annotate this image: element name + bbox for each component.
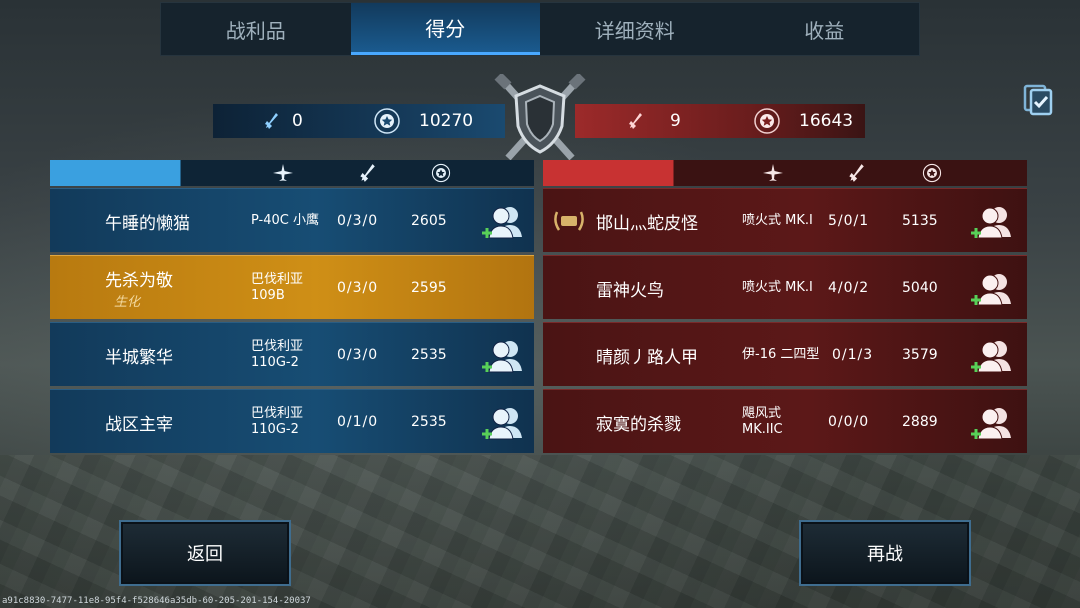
plane-name: P-40C 小鹰: [251, 213, 319, 228]
add-friend-icon[interactable]: [969, 337, 1013, 375]
blue-player-row[interactable]: 战区主宰 巴伐利亚110G-2 0/1/0 2535: [50, 389, 534, 453]
back-button[interactable]: 返回: [119, 520, 291, 586]
player-score: 2889: [902, 414, 938, 430]
clipboard-check-icon[interactable]: [1022, 82, 1054, 116]
rematch-button[interactable]: 再战: [799, 520, 971, 586]
player-kda: 0/1/3: [832, 347, 874, 363]
plane-name: 喷火式 MK.I: [742, 213, 813, 228]
plane-icon: [273, 164, 293, 181]
player-kda: 0/0/0: [828, 414, 870, 430]
add-friend-icon[interactable]: [480, 337, 524, 375]
blue-kills: 0: [292, 111, 303, 131]
player-kda: 0/3/0: [337, 347, 379, 363]
plane-icon: [763, 164, 783, 181]
blue-team-scorebar: 0 10270: [213, 104, 505, 138]
blue-total-score: 10270: [419, 111, 474, 131]
plane-name: 巴伐利亚109B: [251, 272, 304, 303]
player-name: 邯山灬蛇皮怪: [596, 213, 698, 234]
crossed-swords-shield-icon: [494, 74, 586, 161]
star-laurel-icon: [922, 163, 942, 183]
red-player-row[interactable]: 晴颜丿路人甲 伊-16 二四型 0/1/3 3579: [543, 322, 1027, 386]
star-laurel-icon: [431, 163, 451, 183]
player-name: 战区主宰: [105, 414, 173, 435]
tab-score[interactable]: 得分: [350, 3, 540, 55]
tab-earnings[interactable]: 收益: [730, 3, 920, 55]
red-kills: 9: [670, 111, 681, 131]
red-total-score: 16643: [799, 111, 854, 131]
tab-details[interactable]: 详细资料: [540, 3, 730, 55]
blue-player-row[interactable]: 午睡的懒猫 P-40C 小鹰 0/3/0 2605: [50, 188, 534, 252]
sword-icon: [629, 113, 642, 129]
plane-name: 喷火式 MK.I: [742, 280, 813, 295]
player-score: 2595: [411, 280, 447, 296]
add-friend-icon[interactable]: [480, 404, 524, 442]
red-player-row[interactable]: 寂寞的杀戮 飓风式 MK.IIC 0/0/0 2889: [543, 389, 1027, 453]
medal-icon: [554, 211, 584, 231]
sword-icon: [849, 164, 864, 182]
red-player-row[interactable]: 邯山灬蛇皮怪 喷火式 MK.I 5/0/1 5135: [543, 188, 1027, 252]
tab-bar: 战利品 得分 详细资料 收益: [160, 2, 920, 56]
red-player-row[interactable]: 雷神火鸟 喷火式 MK.I 4/0/2 5040: [543, 255, 1027, 319]
player-kda: 0/3/0: [337, 280, 379, 296]
plane-name: 巴伐利亚110G-2: [251, 339, 304, 370]
player-kda: 4/0/2: [828, 280, 870, 296]
player-kda: 0/3/0: [337, 213, 379, 229]
add-friend-icon[interactable]: [969, 270, 1013, 308]
player-score: 2535: [411, 347, 447, 363]
session-id-text: a91c8830-7477-11e8-95f4-f528646a35db-60-…: [2, 596, 311, 606]
plane-name: 伊-16 二四型: [742, 347, 820, 362]
red-team-scorebar: 9 16643: [575, 104, 865, 138]
plane-name: 巴伐利亚110G-2: [251, 406, 304, 437]
player-name: 晴颜丿路人甲: [596, 347, 698, 368]
add-friend-icon[interactable]: [969, 404, 1013, 442]
player-score: 5040: [902, 280, 938, 296]
player-score: 5135: [902, 213, 938, 229]
player-name: 午睡的懒猫: [105, 213, 190, 234]
sword-icon: [360, 164, 375, 182]
player-score: 3579: [902, 347, 938, 363]
red-team-header: [543, 160, 1027, 186]
plane-name: 飓风式 MK.IIC: [742, 406, 783, 437]
sword-icon: [265, 113, 278, 129]
player-kda: 5/0/1: [828, 213, 870, 229]
player-name: 雷神火鸟: [596, 280, 664, 301]
star-laurel-icon: [754, 108, 780, 134]
tab-loot[interactable]: 战利品: [161, 3, 351, 55]
star-laurel-icon: [374, 108, 400, 134]
player-kda: 0/1/0: [337, 414, 379, 430]
add-friend-icon[interactable]: [480, 203, 524, 241]
player-score: 2605: [411, 213, 447, 229]
player-name: 半城繁华: [105, 347, 173, 368]
player-name: 寂寞的杀戮: [596, 414, 681, 435]
blue-team-header: [50, 160, 534, 186]
blue-player-row[interactable]: 半城繁华 巴伐利亚110G-2 0/3/0 2535: [50, 322, 534, 386]
blue-player-row-self[interactable]: 先杀为敬 生化 巴伐利亚109B 0/3/0 2595: [50, 255, 534, 319]
player-score: 2535: [411, 414, 447, 430]
add-friend-icon[interactable]: [969, 203, 1013, 241]
